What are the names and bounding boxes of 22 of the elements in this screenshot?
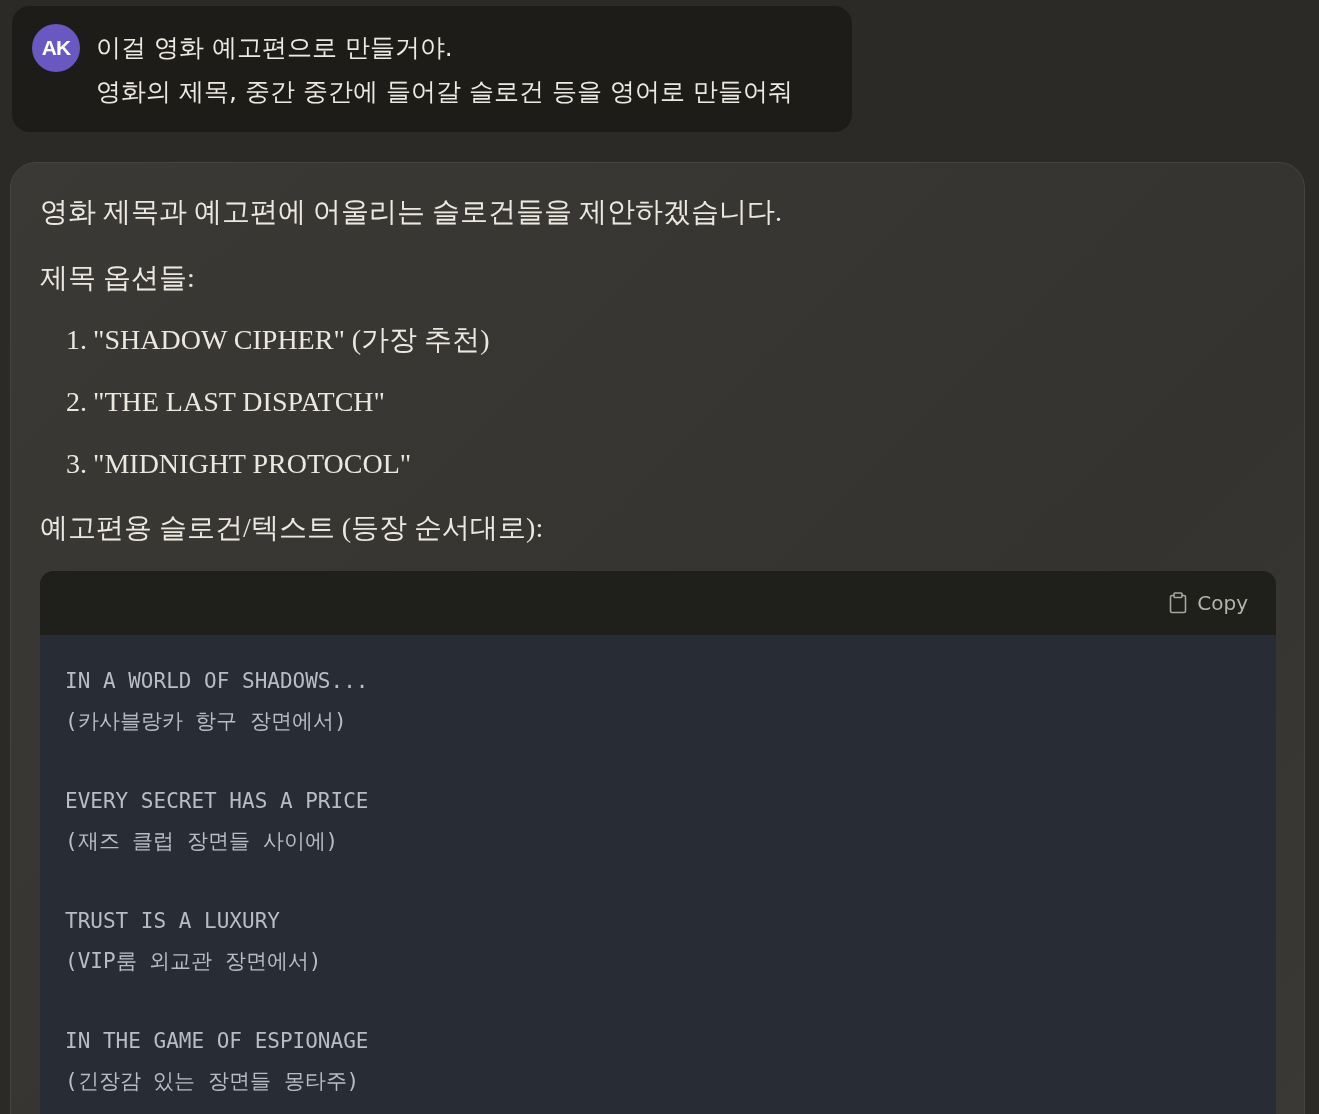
section-heading: 제목 옵션들: xyxy=(40,261,196,295)
list-number: 2. xyxy=(66,385,87,419)
copy-button[interactable]: Copy xyxy=(1165,587,1252,619)
list-number: 1. xyxy=(66,323,87,357)
code-line: IN A WORLD OF SHADOWS... xyxy=(65,668,370,695)
code-line: IN THE GAME OF ESPIONAGE xyxy=(65,1028,370,1055)
code-line: (긴장감 있는 장면들 몽타주) xyxy=(65,1068,361,1095)
code-line: TRUST IS A LUXURY xyxy=(65,908,281,935)
title-option-text: "THE LAST DISPATCH" xyxy=(93,385,386,419)
user-message-text: 이걸 영화 예고편으로 만들거야. xyxy=(96,32,454,64)
code-line: (VIP룸 외교관 장면에서) xyxy=(65,948,323,975)
title-option-text: "SHADOW CIPHER" (가장 추천) xyxy=(93,323,490,357)
code-line: EVERY SECRET HAS A PRICE xyxy=(65,788,370,815)
user-message-text: 영화의 제목, 중간 중간에 들어갈 슬로건 등을 영어로 만들어줘 xyxy=(96,76,793,108)
code-line: (카사블랑카 항구 장면에서) xyxy=(65,708,348,735)
code-line: (재즈 클럽 장면들 사이에) xyxy=(65,828,340,855)
list-number: 3. xyxy=(66,447,87,481)
section-heading: 예고편용 슬로건/텍스트 (등장 순서대로): xyxy=(40,511,545,545)
user-avatar: AK xyxy=(32,24,80,72)
clipboard-icon xyxy=(1169,592,1188,614)
response-intro-text: 영화 제목과 예고편에 어울리는 슬로건들을 제안하겠습니다. xyxy=(40,195,783,229)
title-option-text: "MIDNIGHT PROTOCOL" xyxy=(93,447,412,481)
